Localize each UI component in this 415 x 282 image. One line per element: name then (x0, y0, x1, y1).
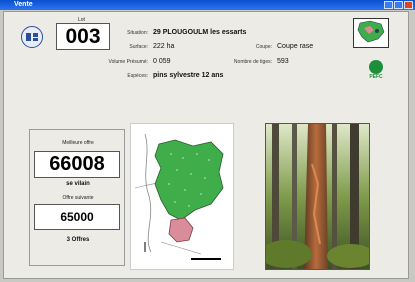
tiges-label: Nombre de tiges: (233, 59, 272, 65)
minimize-button[interactable] (384, 1, 393, 9)
pefc-label: PEFC (369, 74, 383, 80)
app-window: Vente Lot 003 Situation: 29 PLOUGOULM le… (0, 0, 415, 282)
maximize-button[interactable] (394, 1, 403, 9)
especes-label: Espèces: (127, 73, 148, 79)
next-offer-value: 65000 (34, 204, 120, 230)
situation-value: 29 PLOUGOULM les essarts (153, 29, 247, 36)
next-offer-label: Offre suivante (62, 195, 94, 201)
close-button[interactable] (404, 1, 413, 9)
coupe-label: Coupe: (255, 44, 272, 50)
best-bidder-name: se vilain (66, 181, 90, 187)
especes-value: pins sylvestre 12 ans (153, 72, 224, 79)
company-logo-icon (21, 26, 43, 48)
lot-parcel (168, 217, 194, 243)
map-thumbnail[interactable] (353, 18, 389, 48)
lot-number: 003 (56, 23, 110, 50)
title-bar: Vente (0, 0, 415, 10)
offer-count: 3 Offres (66, 237, 90, 243)
forest-area (154, 139, 224, 221)
surface-label: Surface: (129, 44, 148, 50)
situation-label: Situation: (127, 30, 148, 36)
volume-value: 0 059 (153, 58, 171, 65)
volume-label: Volume Présumé: (108, 59, 148, 65)
best-offer-label: Meilleure offre (62, 140, 94, 146)
tiges-value: 593 (277, 58, 289, 65)
bid-panel: Meilleure offre 66008 se vilain Offre su… (29, 129, 125, 266)
coupe-value: Coupe rase (277, 43, 314, 50)
surface-value: 222 ha (153, 43, 175, 50)
pefc-logo-icon: PEFC (366, 60, 386, 80)
window-title: Vente (14, 1, 33, 8)
parcel-map[interactable] (130, 123, 234, 270)
forest-photo[interactable] (265, 123, 370, 270)
best-offer-value: 66008 (34, 151, 120, 178)
